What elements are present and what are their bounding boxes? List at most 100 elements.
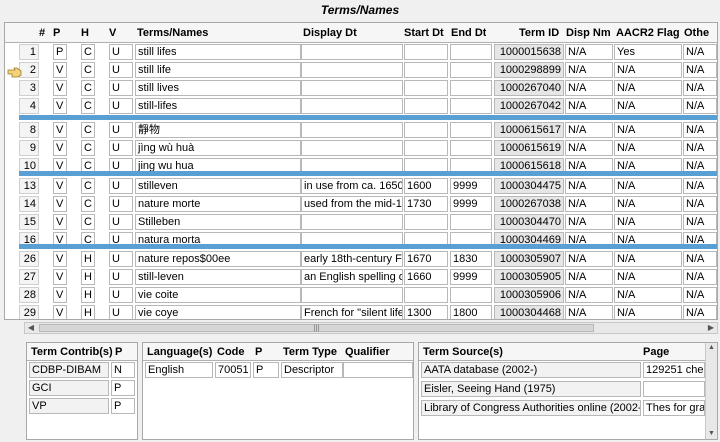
cell-lang-type[interactable]: Descriptor bbox=[281, 362, 343, 378]
table-row[interactable]: 15 V C U Stilleben 1000304470 N/A N/A N/A bbox=[5, 213, 717, 231]
cell-h[interactable]: C bbox=[81, 214, 95, 230]
cell-num[interactable]: 3 bbox=[19, 80, 39, 96]
cell-contrib-p[interactable]: P bbox=[111, 398, 135, 414]
table-row[interactable]: 29 V H Uvie coye French for "silent life 1300… bbox=[5, 304, 717, 319]
cell-other[interactable]: N/A bbox=[683, 62, 717, 78]
col-h[interactable]: H bbox=[81, 23, 89, 43]
table-row[interactable]: 1 P C Ustill lifes 1000015638 N/A Yes N/A bbox=[5, 43, 717, 61]
cell-aacr2[interactable]: N/A bbox=[614, 196, 682, 212]
cell-start-dt[interactable] bbox=[404, 44, 448, 60]
cell-other[interactable]: N/A bbox=[683, 122, 717, 138]
cell-term-id[interactable]: 1000615619 bbox=[494, 140, 564, 156]
cell-start-dt[interactable] bbox=[404, 214, 448, 230]
col-other[interactable]: Othe bbox=[684, 23, 716, 43]
cell-p[interactable]: V bbox=[53, 269, 67, 285]
cell-disp-nm[interactable]: N/A bbox=[565, 62, 613, 78]
table-row[interactable]: 13 V C Ustilleven in use from ca. 1650 1600 99… bbox=[5, 177, 717, 195]
cell-p[interactable]: V bbox=[53, 251, 67, 267]
cell-end-dt[interactable]: 9999 bbox=[450, 269, 492, 285]
cell-source-name[interactable]: Library of Congress Authorities online (… bbox=[421, 400, 641, 416]
cell-term[interactable]: vie coite bbox=[135, 287, 301, 303]
cell-term[interactable]: still life bbox=[135, 62, 301, 78]
cell-other[interactable]: N/A bbox=[683, 287, 717, 303]
cell-term-id[interactable]: 1000298899 bbox=[494, 62, 564, 78]
cell-term-id[interactable]: 1000305905 bbox=[494, 269, 564, 285]
table-row[interactable]: 8 V C U 靜物 1000615617 N/A N/A N/A bbox=[5, 121, 717, 139]
cell-aacr2[interactable]: N/A bbox=[614, 62, 682, 78]
cell-h[interactable]: C bbox=[81, 178, 95, 194]
cell-aacr2[interactable]: N/A bbox=[614, 98, 682, 114]
cell-v[interactable]: U bbox=[109, 178, 133, 194]
cell-contrib-name[interactable]: VP bbox=[29, 398, 109, 414]
cell-end-dt[interactable] bbox=[450, 80, 492, 96]
cell-v[interactable]: U bbox=[109, 80, 133, 96]
cell-term[interactable]: still lifes bbox=[135, 44, 301, 60]
cell-disp-nm[interactable]: N/A bbox=[565, 251, 613, 267]
cell-other[interactable]: N/A bbox=[683, 269, 717, 285]
cell-start-dt[interactable]: 1670 bbox=[404, 251, 448, 267]
table-row[interactable]: 27 V H Ustill-leven an English spelling o 166… bbox=[5, 268, 717, 286]
col-disp-nm[interactable]: Disp Nm bbox=[566, 23, 611, 43]
cell-start-dt[interactable] bbox=[404, 140, 448, 156]
cell-other[interactable]: N/A bbox=[683, 98, 717, 114]
cell-term-id[interactable]: 1000015638 bbox=[494, 44, 564, 60]
cell-v[interactable]: U bbox=[109, 287, 133, 303]
cell-v[interactable]: U bbox=[109, 62, 133, 78]
cell-num[interactable]: 27 bbox=[19, 269, 39, 285]
cell-h[interactable]: H bbox=[81, 305, 95, 319]
cell-lang-p[interactable]: P bbox=[253, 362, 279, 378]
cell-term-id[interactable]: 1000267038 bbox=[494, 196, 564, 212]
cell-term[interactable]: nature repos$00ee bbox=[135, 251, 301, 267]
cell-display-dt[interactable] bbox=[301, 44, 403, 60]
cell-v[interactable]: U bbox=[109, 214, 133, 230]
cell-other[interactable]: N/A bbox=[683, 196, 717, 212]
cell-start-dt[interactable] bbox=[404, 62, 448, 78]
scroll-thumb[interactable]: ||| bbox=[39, 324, 594, 332]
cell-display-dt[interactable] bbox=[301, 98, 403, 114]
cell-num[interactable]: 26 bbox=[19, 251, 39, 267]
cell-term-id[interactable]: 1000305906 bbox=[494, 287, 564, 303]
cell-disp-nm[interactable]: N/A bbox=[565, 196, 613, 212]
cell-disp-nm[interactable]: N/A bbox=[565, 287, 613, 303]
cell-source-name[interactable]: Eisler, Seeing Hand (1975) bbox=[421, 381, 641, 397]
cell-p[interactable]: V bbox=[53, 140, 67, 156]
scroll-right-icon[interactable]: ▶ bbox=[705, 323, 717, 333]
cell-num[interactable]: 13 bbox=[19, 178, 39, 194]
cell-contrib-name[interactable]: GCI bbox=[29, 380, 109, 396]
list-item[interactable]: English 70051 P Descriptor bbox=[143, 361, 413, 379]
cell-term-id[interactable]: 1000304475 bbox=[494, 178, 564, 194]
cell-display-dt[interactable]: French for "silent life bbox=[301, 305, 403, 319]
cell-v[interactable]: U bbox=[109, 140, 133, 156]
cell-display-dt[interactable] bbox=[301, 80, 403, 96]
cell-disp-nm[interactable]: N/A bbox=[565, 80, 613, 96]
cell-aacr2[interactable]: N/A bbox=[614, 305, 682, 319]
list-item[interactable]: CDBP-DIBAM N bbox=[27, 361, 137, 379]
cell-p[interactable]: V bbox=[53, 98, 67, 114]
cell-display-dt[interactable]: used from the mid-1 bbox=[301, 196, 403, 212]
cell-disp-nm[interactable]: N/A bbox=[565, 214, 613, 230]
cell-disp-nm[interactable]: N/A bbox=[565, 178, 613, 194]
cell-p[interactable]: V bbox=[53, 214, 67, 230]
cell-disp-nm[interactable]: N/A bbox=[565, 305, 613, 319]
cell-other[interactable]: N/A bbox=[683, 251, 717, 267]
cell-h[interactable]: C bbox=[81, 44, 95, 60]
cell-source-page[interactable]: Thes for grap bbox=[643, 400, 705, 416]
cell-aacr2[interactable]: Yes bbox=[614, 44, 682, 60]
cell-display-dt[interactable] bbox=[301, 287, 403, 303]
cell-num[interactable]: 28 bbox=[19, 287, 39, 303]
cell-p[interactable]: P bbox=[53, 44, 67, 60]
cell-display-dt[interactable]: an English spelling o bbox=[301, 269, 403, 285]
cell-other[interactable]: N/A bbox=[683, 140, 717, 156]
cell-term-id[interactable]: 1000615617 bbox=[494, 122, 564, 138]
cell-h[interactable]: C bbox=[81, 122, 95, 138]
cell-end-dt[interactable]: 1800 bbox=[450, 305, 492, 319]
cell-end-dt[interactable] bbox=[450, 62, 492, 78]
col-v[interactable]: V bbox=[109, 23, 116, 43]
cell-disp-nm[interactable]: N/A bbox=[565, 269, 613, 285]
cell-v[interactable]: U bbox=[109, 251, 133, 267]
table-row[interactable]: 14 V C Unature morte used from the mid-1 1730… bbox=[5, 195, 717, 213]
cell-term-id[interactable]: 1000304470 bbox=[494, 214, 564, 230]
cell-start-dt[interactable]: 1600 bbox=[404, 178, 448, 194]
col-p[interactable]: P bbox=[53, 23, 60, 43]
cell-lang-qual[interactable] bbox=[343, 362, 413, 378]
